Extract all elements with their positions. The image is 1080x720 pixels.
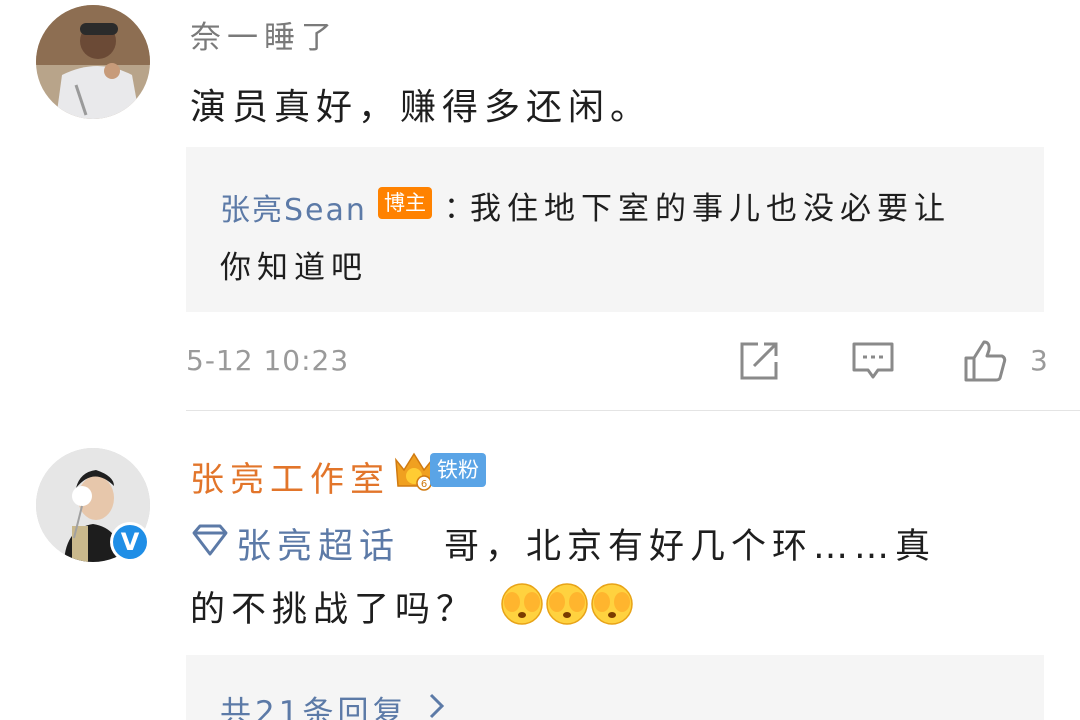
cover-face-emoji xyxy=(590,582,634,626)
comment-username[interactable]: 奈一睡了 xyxy=(190,12,338,57)
verified-v-icon: V xyxy=(113,525,147,559)
avatar[interactable] xyxy=(36,5,150,119)
svg-text:6: 6 xyxy=(421,479,427,490)
reply-preview[interactable]: 张亮Sean 博主 ： 我住地下室的事儿也没必要让 你知道吧 xyxy=(186,147,1044,312)
chevron-right-icon xyxy=(426,691,448,720)
fan-badge: 铁粉 xyxy=(430,453,486,487)
diamond-topic-icon xyxy=(190,523,230,557)
share-icon[interactable] xyxy=(736,338,782,384)
cover-face-emoji xyxy=(545,582,589,626)
thumbs-up-icon[interactable] xyxy=(962,338,1008,384)
like-count: 3 xyxy=(1030,344,1048,377)
reply-text-line1: 我住地下室的事儿也没必要让 xyxy=(470,191,951,227)
more-replies-button[interactable]: 共21条回复 xyxy=(186,655,1044,720)
comment-timestamp: 5-12 10:23 xyxy=(186,344,350,377)
comment-icon[interactable] xyxy=(850,338,896,384)
more-replies-label[interactable]: 共21条回复 xyxy=(220,687,407,720)
verified-badge: V xyxy=(110,522,150,562)
comment-text-line1: 哥，北京有好几个环……真 xyxy=(444,527,937,567)
comment-text: 演员真好，赚得多还闲。 xyxy=(190,87,653,128)
comment-text-line2: 的不挑战了吗？ xyxy=(190,590,478,630)
host-badge: 博主 xyxy=(378,187,432,219)
reply-author[interactable]: 张亮Sean xyxy=(220,185,367,229)
reply-text-line2: 你知道吧 xyxy=(220,250,368,286)
topic-link[interactable]: 张亮超话 xyxy=(236,518,400,569)
comment-username[interactable]: 张亮工作室 xyxy=(190,452,390,501)
user-avatar-icon xyxy=(36,5,150,119)
comment-thread: 奈一睡了 演员真好，赚得多还闲。 张亮Sean 博主 ： 我住地下室的事儿也没必… xyxy=(0,0,1080,720)
divider xyxy=(186,410,1080,411)
cover-face-emoji xyxy=(500,582,544,626)
